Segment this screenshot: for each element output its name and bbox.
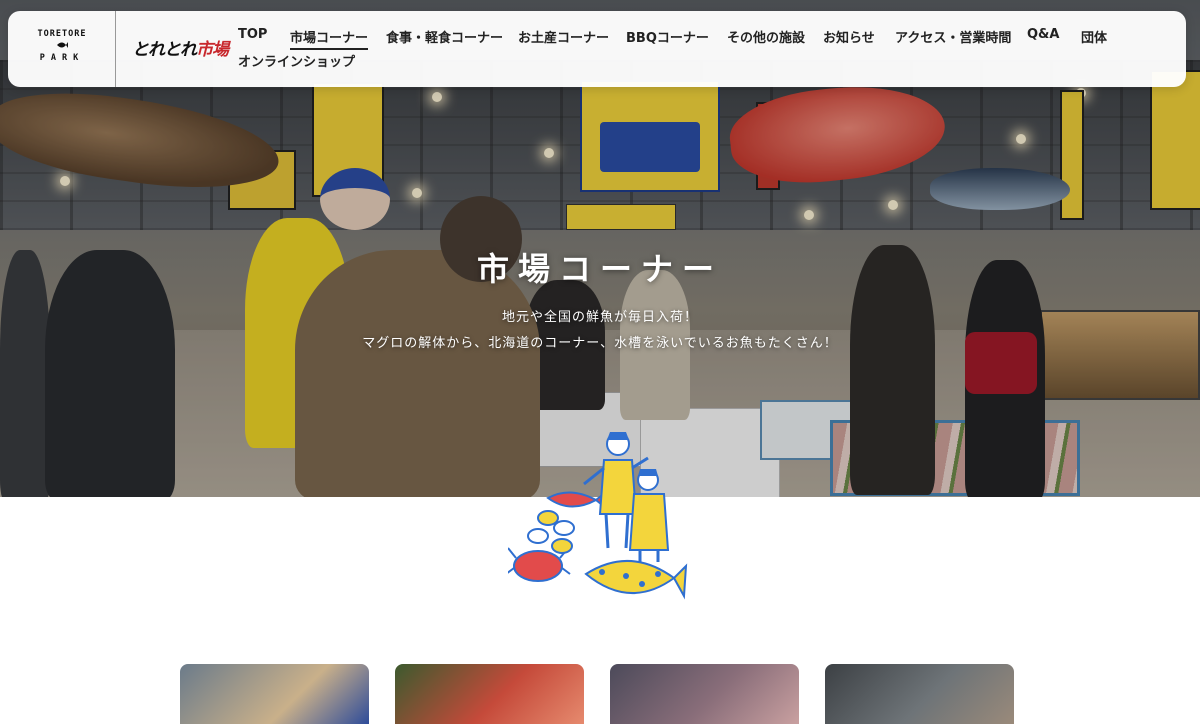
nav-top[interactable]: TOP <box>238 27 267 42</box>
nav-other-facilities[interactable]: その他の施設 <box>727 27 805 46</box>
corner-cards <box>180 664 1020 724</box>
nav-bbq-corner[interactable]: BBQコーナー <box>626 27 709 46</box>
nav-news[interactable]: お知らせ <box>823 27 875 46</box>
card-photo <box>610 664 799 724</box>
nav-souvenir-corner[interactable]: お土産コーナー <box>518 27 609 46</box>
corner-card[interactable] <box>825 664 1014 724</box>
toretore-ichiba-logo[interactable]: とれとれ市場 <box>132 35 229 60</box>
yellow-fish-icon <box>584 559 688 600</box>
red-fish-icon <box>546 489 607 511</box>
toretore-park-logo[interactable]: TORETORE PARK <box>30 29 94 71</box>
hero-subtitle-1: 地元や全国の鮮魚が毎日入荷！ <box>501 310 698 325</box>
site-header: TORETORE PARK とれとれ市場 TOP 市場コーナー 食事・軽食コーナ… <box>8 11 1186 87</box>
logo-script-black: とれとれ <box>132 40 197 60</box>
hero-title: 市場コーナー <box>476 250 723 288</box>
hero-subtitle-2: マグロの解体から、北海道のコーナー、水槽を泳いでいるお魚もたくさん！ <box>362 336 838 351</box>
nav-qa[interactable]: Q&A <box>1027 27 1059 42</box>
logo-top-text: TORETORE <box>37 29 87 39</box>
fishmonger-figure <box>628 469 670 562</box>
nav-food-corner[interactable]: 食事・軽食コーナー <box>386 27 503 46</box>
nav-market-corner[interactable]: 市場コーナー <box>290 27 369 50</box>
corner-card[interactable] <box>395 664 584 724</box>
card-photo <box>395 664 584 724</box>
shellfish-icon <box>527 510 575 554</box>
card-photo <box>825 664 1014 724</box>
corner-card[interactable] <box>610 664 799 724</box>
nav-online-shop[interactable]: オンラインショップ <box>238 51 355 70</box>
nav-access-hours[interactable]: アクセス・営業時間 <box>895 27 1011 46</box>
logo-fish-icon <box>57 42 68 48</box>
logo-script-red: 市場 <box>196 40 229 60</box>
card-photo <box>180 664 369 724</box>
header-divider <box>115 11 116 87</box>
fishmonger-illustration-icon <box>508 432 688 600</box>
corner-card[interactable] <box>180 664 369 724</box>
logo-bottom-text: PARK <box>39 53 85 63</box>
nav-group[interactable]: 団体 <box>1081 27 1107 46</box>
